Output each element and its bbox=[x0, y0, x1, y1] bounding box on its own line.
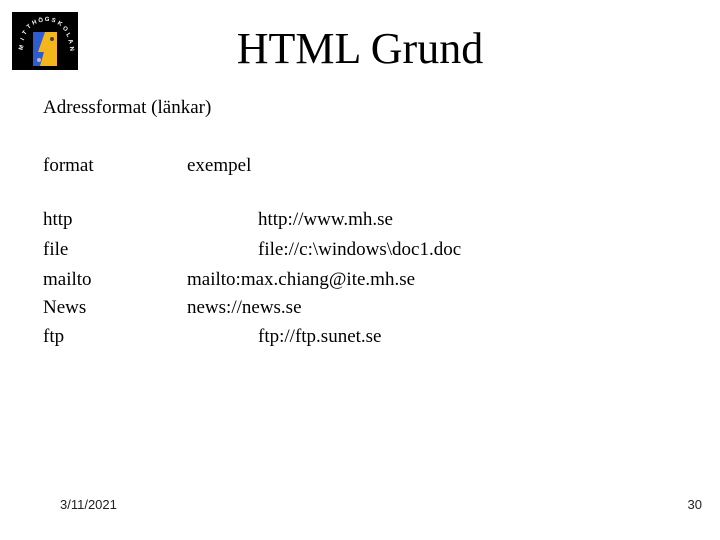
table-row: ftp ftp://ftp.sunet.se bbox=[0, 325, 720, 355]
example-cell: file://c:\windows\doc1.doc bbox=[258, 239, 462, 260]
example-cell: mailto:max.chiang@ite.mh.se bbox=[187, 269, 416, 290]
format-cell: mailto bbox=[43, 269, 92, 290]
table-row: News news://news.se bbox=[0, 296, 720, 326]
example-cell: ftp://ftp.sunet.se bbox=[258, 326, 382, 347]
example-cell: http://www.mh.se bbox=[258, 209, 393, 230]
svg-text:G: G bbox=[44, 17, 50, 23]
format-cell: http bbox=[43, 209, 73, 230]
footer-date: 3/11/2021 bbox=[60, 497, 117, 512]
slide-title: HTML Grund bbox=[236, 24, 484, 73]
column-header-example: exempel bbox=[187, 155, 252, 176]
format-cell: ftp bbox=[43, 326, 65, 347]
example-cell: news://news.se bbox=[187, 297, 302, 318]
column-header-format: format bbox=[43, 155, 94, 176]
format-cell: News bbox=[43, 297, 87, 318]
format-cell: file bbox=[43, 239, 69, 260]
table-row: http http://www.mh.se bbox=[0, 208, 720, 238]
table-row: file file://c:\windows\doc1.doc bbox=[0, 238, 720, 268]
slide-subtitle: Adressformat (länkar) bbox=[43, 97, 212, 118]
table-row: mailto mailto:max.chiang@ite.mh.se bbox=[0, 268, 720, 298]
page-number: 30 bbox=[687, 497, 702, 512]
